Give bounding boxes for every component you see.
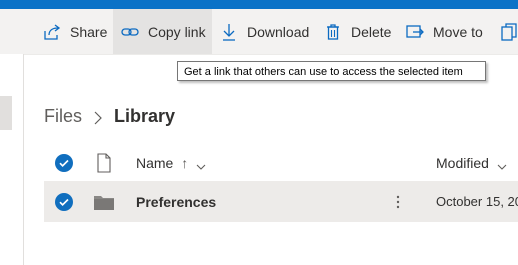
chevron-down-icon bbox=[497, 159, 507, 171]
share-button[interactable]: Share bbox=[42, 9, 107, 54]
select-all-checkbox[interactable] bbox=[55, 154, 73, 172]
copy-link-tooltip: Get a link that others can use to access… bbox=[177, 61, 486, 81]
list-header: Name ↑ Modified bbox=[44, 145, 518, 181]
more-options-icon[interactable] bbox=[390, 193, 406, 211]
name-column-header[interactable]: Name ↑ bbox=[136, 155, 206, 171]
copy-link-button[interactable]: Copy link bbox=[113, 9, 212, 54]
delete-label: Delete bbox=[351, 23, 392, 40]
breadcrumb-files[interactable]: Files bbox=[44, 106, 82, 127]
download-icon bbox=[219, 22, 239, 42]
table-row[interactable]: Preferences October 15, 201 bbox=[44, 181, 518, 222]
modified-column-header[interactable]: Modified bbox=[436, 155, 507, 171]
file-type-header-icon[interactable] bbox=[96, 153, 112, 178]
checkmark-icon bbox=[59, 159, 69, 167]
sort-ascending-icon: ↑ bbox=[181, 155, 189, 171]
chevron-down-icon bbox=[196, 159, 206, 171]
move-to-label: Move to bbox=[433, 23, 483, 40]
trash-icon bbox=[323, 22, 343, 42]
move-to-button[interactable]: Move to bbox=[405, 9, 483, 54]
left-nav-panel bbox=[0, 54, 24, 265]
app-top-bar bbox=[0, 0, 518, 9]
modified-date: October 15, 201 bbox=[436, 194, 518, 209]
download-button[interactable]: Download bbox=[219, 9, 309, 54]
name-column-label: Name bbox=[136, 155, 174, 171]
copy-icon bbox=[499, 22, 518, 42]
left-nav-selected-item[interactable] bbox=[0, 96, 12, 130]
folder-icon bbox=[94, 194, 114, 215]
share-icon bbox=[42, 22, 62, 42]
checkmark-icon bbox=[59, 198, 69, 206]
chevron-right-icon bbox=[92, 109, 104, 125]
share-label: Share bbox=[70, 23, 108, 40]
download-label: Download bbox=[247, 23, 310, 40]
copy-link-label: Copy link bbox=[148, 23, 206, 40]
file-name-link[interactable]: Preferences bbox=[136, 194, 216, 210]
move-to-icon bbox=[405, 22, 425, 42]
row-checkbox[interactable] bbox=[55, 193, 73, 211]
link-icon bbox=[120, 22, 140, 42]
delete-button[interactable]: Delete bbox=[323, 9, 391, 54]
modified-column-label: Modified bbox=[436, 155, 489, 171]
breadcrumb: Files Library bbox=[44, 104, 175, 128]
copy-to-button[interactable] bbox=[499, 9, 518, 54]
breadcrumb-current: Library bbox=[114, 105, 176, 126]
command-bar: Share Copy link Download Delete Move to bbox=[0, 9, 518, 55]
